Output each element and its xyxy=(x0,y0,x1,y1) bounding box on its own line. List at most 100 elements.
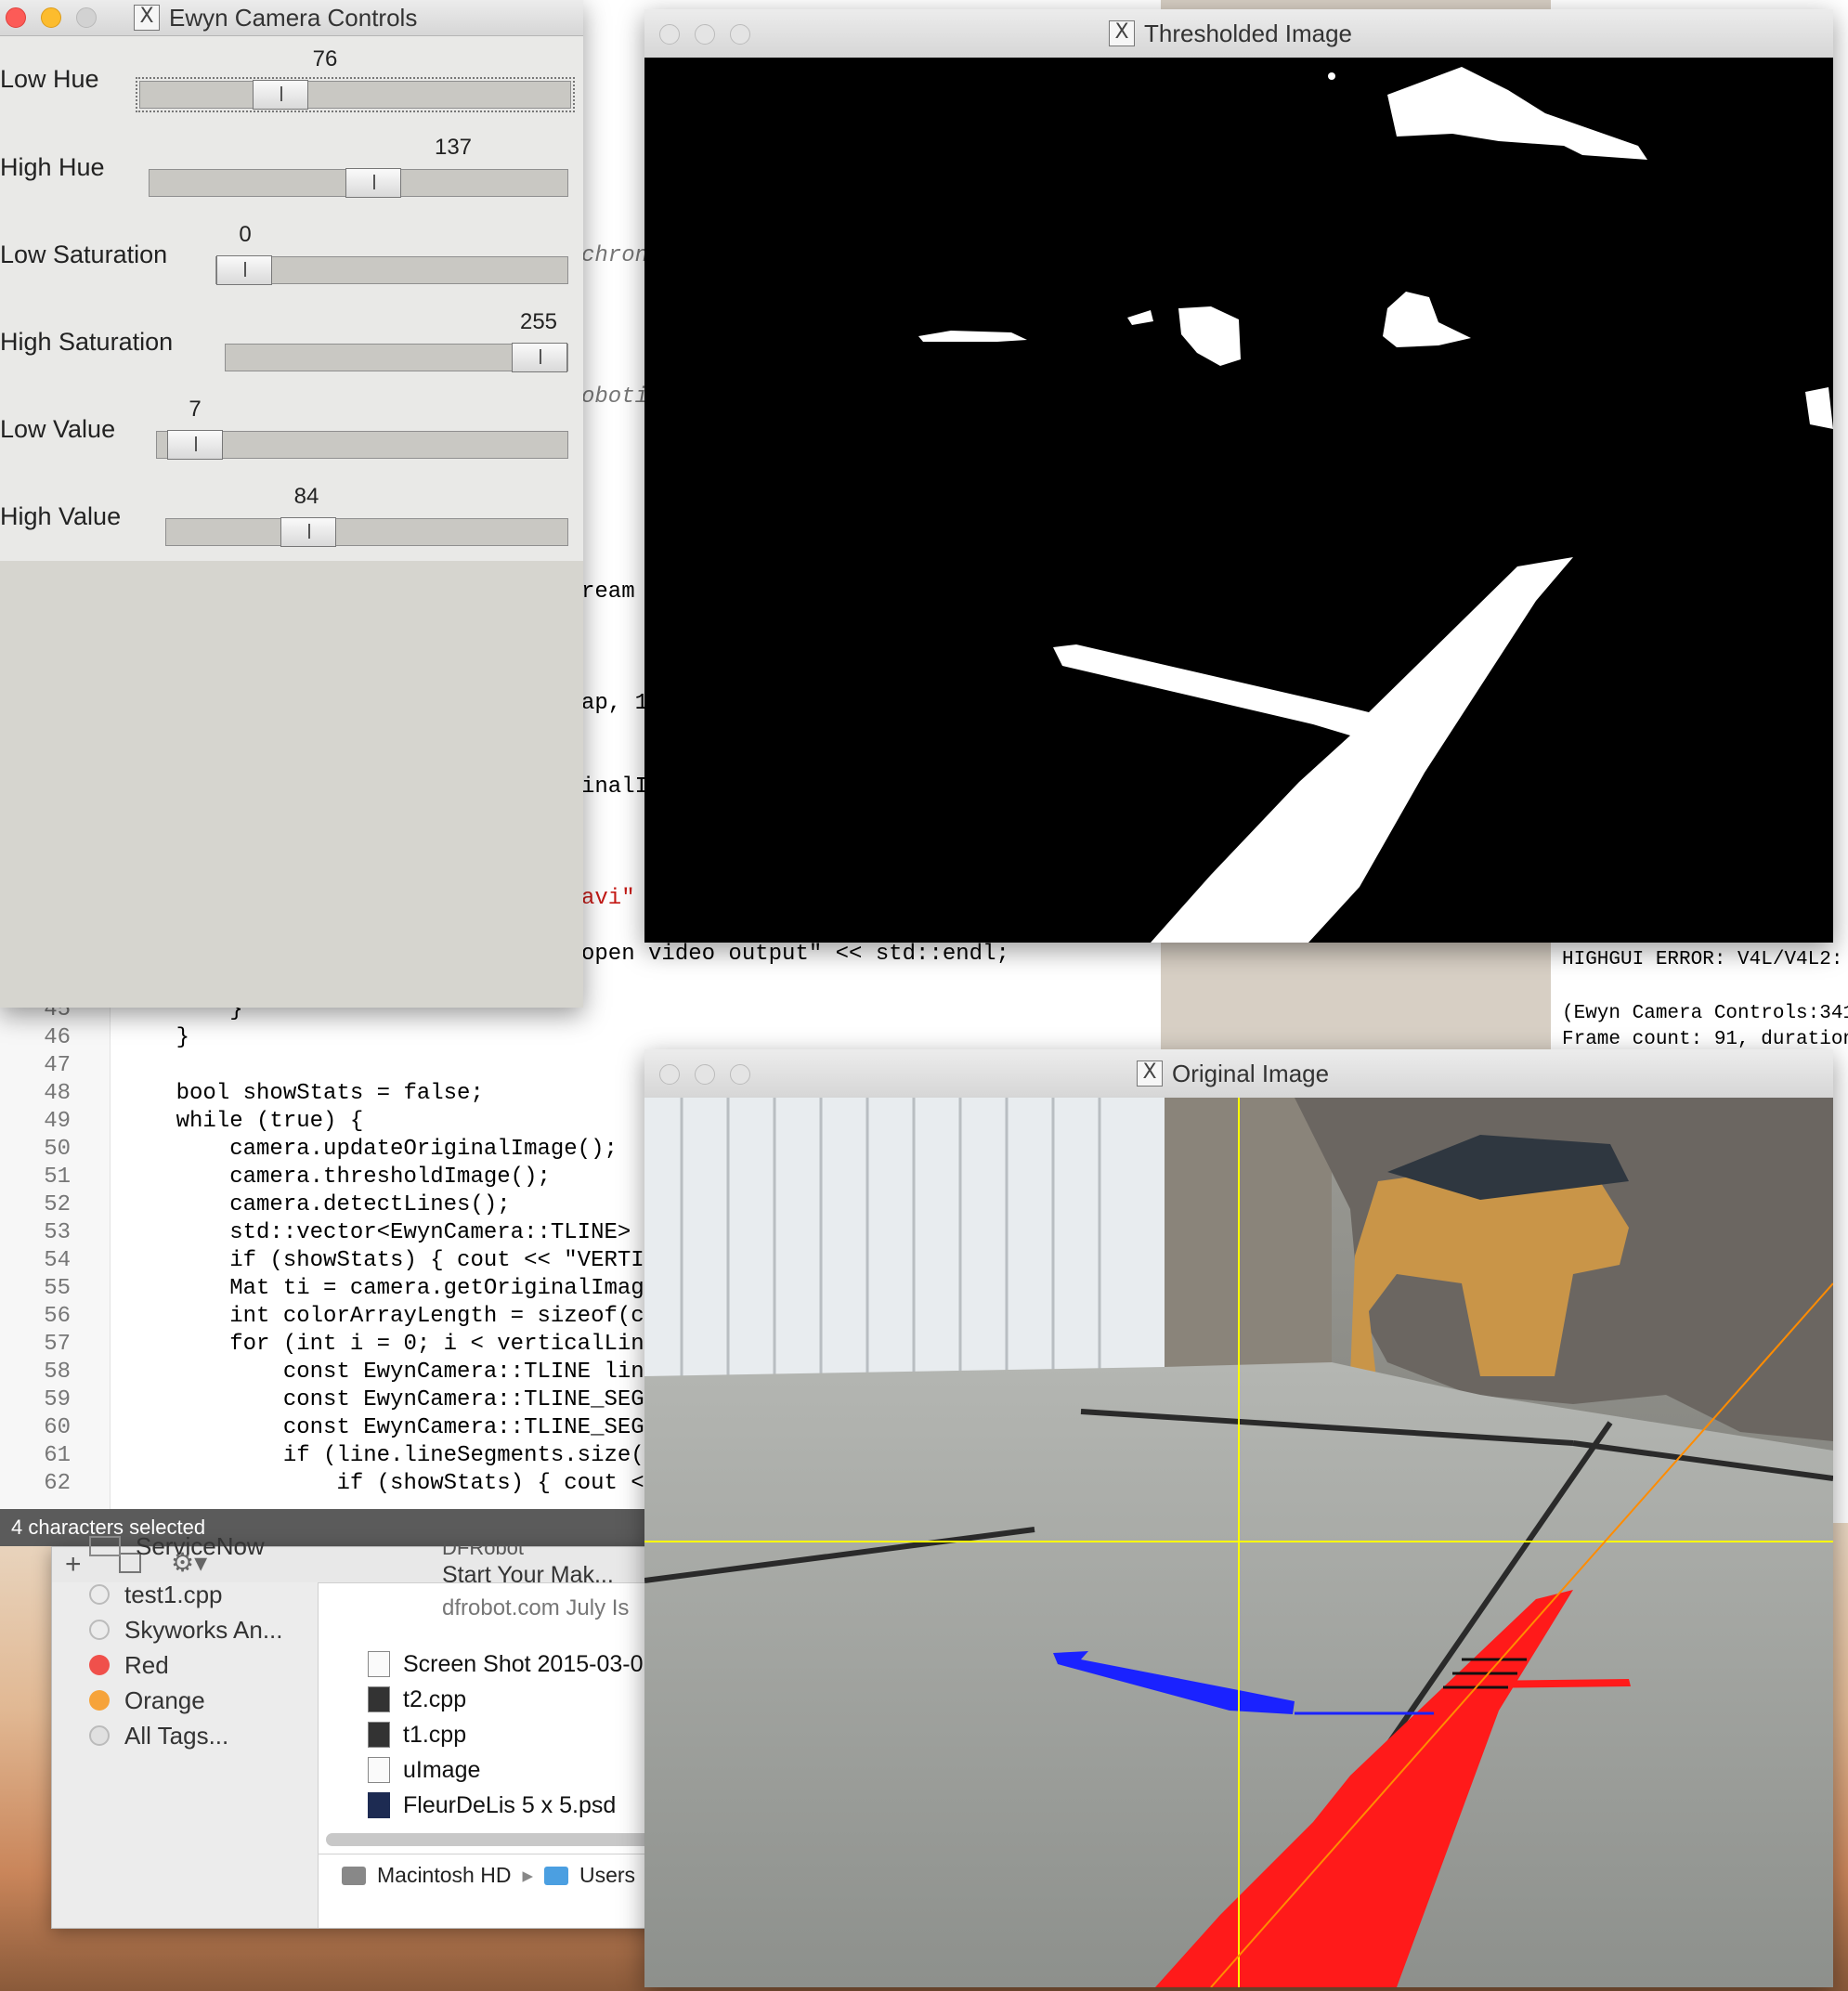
thresholded-image-window[interactable]: X Thresholded Image xyxy=(644,9,1833,943)
window-title: Ewyn Camera Controls xyxy=(169,4,418,32)
code-line[interactable]: const EwynCamera::TLINE_SEGMEN xyxy=(123,1414,684,1442)
sidebar-tag-red[interactable]: Red xyxy=(89,1647,169,1683)
finder-window[interactable]: + ⚙▾ ServiceNow test1.cpp Skyworks An...… xyxy=(51,1532,703,1929)
code-line[interactable]: camera.thresholdImage(); xyxy=(123,1164,551,1191)
code-line[interactable]: if (showStats) { cout << v xyxy=(123,1470,683,1498)
slider-thumb[interactable] xyxy=(167,430,223,460)
slider-thumb[interactable] xyxy=(512,343,567,372)
thresholded-image xyxy=(644,58,1833,943)
slider-thumb[interactable] xyxy=(253,80,308,110)
minimize-button[interactable] xyxy=(41,7,61,28)
hard-drive-icon xyxy=(342,1866,366,1885)
line-number: 59 xyxy=(44,1387,71,1412)
x11-icon: X xyxy=(1109,20,1135,46)
line-number: 62 xyxy=(44,1471,71,1496)
window-title: Original Image xyxy=(1172,1060,1330,1087)
red-tag-dot-icon xyxy=(89,1655,110,1675)
terminal-line: Frame count: 91, duration: xyxy=(1562,1029,1848,1050)
sidebar-tag-item[interactable]: test1.cpp xyxy=(89,1577,223,1612)
line-number: 60 xyxy=(44,1415,71,1440)
preview-title[interactable]: Start Your Mak... xyxy=(442,1562,614,1589)
sidebar-tag-item[interactable]: Skyworks An... xyxy=(89,1612,283,1647)
original-image-window[interactable]: X Original Image xyxy=(644,1049,1833,1987)
window-titlebar[interactable]: X Ewyn Camera Controls xyxy=(0,0,583,36)
code-line[interactable]: int colorArrayLength = sizeof(colo xyxy=(123,1303,684,1331)
slider-thumb[interactable] xyxy=(345,168,401,198)
line-number: 48 xyxy=(44,1081,71,1106)
high-hue-track[interactable] xyxy=(149,168,568,198)
sidebar-item-servicenow[interactable]: ServiceNow xyxy=(89,1529,265,1564)
path-item[interactable]: Users xyxy=(579,1863,635,1888)
psd-file-icon xyxy=(368,1792,390,1818)
users-folder-icon xyxy=(543,1866,568,1885)
minimize-button[interactable] xyxy=(695,24,715,45)
code-fragment: inalI xyxy=(581,774,649,800)
code-line[interactable]: std::vector<EwynCamera::TLINE> ver xyxy=(123,1219,684,1247)
slider-label: Low Saturation xyxy=(0,241,168,268)
add-icon[interactable]: + xyxy=(65,1549,82,1581)
x11-icon: X xyxy=(134,5,160,31)
code-line[interactable]: camera.updateOriginalImage(); xyxy=(123,1136,618,1164)
code-line[interactable]: if (showStats) { cout << "VERTICAL xyxy=(123,1247,684,1275)
code-line[interactable]: camera.detectLines(); xyxy=(123,1191,510,1219)
line-number: 49 xyxy=(44,1109,71,1134)
zoom-button[interactable] xyxy=(76,7,97,28)
terminal-line: HIGHGUI ERROR: V4L/V4L2: V xyxy=(1562,949,1848,970)
file-row[interactable]: Screen Shot 2015-03-0 xyxy=(368,1647,644,1681)
code-line[interactable]: if (line.lineSegments.size() > xyxy=(123,1442,684,1470)
code-line[interactable]: const EwynCamera::TLINE line = xyxy=(123,1359,684,1386)
screenshot-file-icon xyxy=(368,1651,390,1677)
generic-file-icon xyxy=(368,1757,390,1783)
slider-value: 7 xyxy=(189,397,202,422)
code-line[interactable]: while (true) { xyxy=(123,1108,364,1136)
high-saturation-track[interactable] xyxy=(225,343,568,372)
finder-sidebar: ServiceNow test1.cpp Skyworks An... Red … xyxy=(52,1532,319,1928)
code-line[interactable]: Mat ti = camera.getOriginalImage( xyxy=(123,1275,670,1303)
line-number: 47 xyxy=(44,1053,71,1078)
file-row[interactable]: FleurDeLis 5 x 5.psd xyxy=(368,1789,616,1822)
code-fragment: oboti xyxy=(581,384,649,410)
code-line[interactable]: const EwynCamera::TLINE_SEGMEN xyxy=(123,1386,684,1414)
high-value-track[interactable] xyxy=(165,517,568,547)
code-fragment: avi" xyxy=(581,886,635,911)
path-separator-icon: ▸ xyxy=(522,1863,533,1887)
close-button[interactable] xyxy=(659,24,680,45)
zoom-button[interactable] xyxy=(730,24,750,45)
code-line[interactable]: for (int i = 0; i < verticalLines xyxy=(123,1331,670,1359)
camera-controls-window[interactable]: X Ewyn Camera Controls Low Hue 76 High H… xyxy=(0,0,583,1008)
window-titlebar[interactable]: X Thresholded Image xyxy=(644,9,1833,59)
low-value-track[interactable] xyxy=(156,430,568,460)
slider-thumb[interactable] xyxy=(280,517,336,547)
slider-thumb[interactable] xyxy=(216,255,272,285)
code-line[interactable]: bool showStats = false; xyxy=(123,1080,484,1108)
slider-value: 137 xyxy=(434,135,473,160)
close-button[interactable] xyxy=(659,1064,680,1085)
file-row[interactable]: t2.cpp xyxy=(368,1683,466,1716)
horizontal-scrollbar[interactable] xyxy=(326,1833,697,1846)
window-titlebar[interactable]: X Original Image xyxy=(644,1049,1833,1099)
code-line[interactable]: } xyxy=(123,1024,189,1052)
path-item[interactable]: Macintosh HD xyxy=(377,1863,511,1888)
sidebar-all-tags[interactable]: All Tags... xyxy=(89,1718,228,1753)
low-saturation-track[interactable] xyxy=(215,255,568,285)
x11-icon: X xyxy=(1137,1061,1163,1087)
window-title: Thresholded Image xyxy=(1144,20,1353,47)
file-row[interactable]: t1.cpp xyxy=(368,1718,466,1751)
slider-value: 0 xyxy=(239,222,252,247)
slider-value: 76 xyxy=(312,46,338,72)
line-number: 46 xyxy=(44,1025,71,1050)
tag-dot-icon xyxy=(89,1584,110,1605)
file-row[interactable]: uImage xyxy=(368,1753,480,1787)
close-button[interactable] xyxy=(6,7,26,28)
low-hue-track[interactable] xyxy=(136,77,575,112)
original-camera-image xyxy=(644,1098,1833,1987)
zoom-button[interactable] xyxy=(730,1064,750,1085)
orange-tag-dot-icon xyxy=(89,1690,110,1711)
minimize-button[interactable] xyxy=(695,1064,715,1085)
line-number: 51 xyxy=(44,1165,71,1190)
line-number: 58 xyxy=(44,1360,71,1385)
line-number: 61 xyxy=(44,1443,71,1468)
tag-dot-icon xyxy=(89,1620,110,1640)
slider-value: 255 xyxy=(519,309,558,334)
sidebar-tag-orange[interactable]: Orange xyxy=(89,1683,205,1718)
